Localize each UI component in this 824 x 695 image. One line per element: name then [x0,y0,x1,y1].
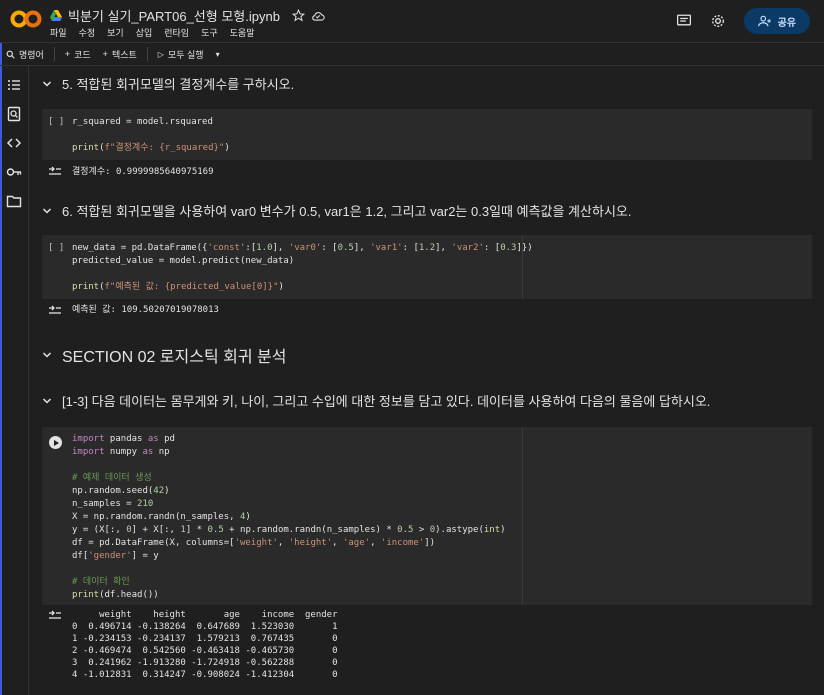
code-icon[interactable] [6,135,22,151]
output-row: 4 -1.012831 0.314247 -0.908024 -1.412304… [72,670,338,680]
section-heading-q13: [1-3] 다음 데이터는 몸무게와 키, 나이, 그리고 수입에 대한 정보를… [42,391,710,410]
app-header: 빅분기 실기_PART06_선형 모형.ipynb 파일 수정 보기 삽입 런타… [0,0,824,42]
play-icon: ▷ [157,49,164,59]
menu-bar: 파일 수정 보기 삽입 런타임 도구 도움말 [50,26,255,39]
notebook-title[interactable]: 빅분기 실기_PART06_선형 모형.ipynb [68,6,280,25]
command-label: 명령어 [19,49,44,60]
heading-text: 5. 적합된 회귀모델의 결정계수를 구하시오. [62,77,295,92]
run-cell-button[interactable] [49,436,62,449]
comment-icon[interactable] [676,14,692,28]
star-icon[interactable] [291,9,305,22]
menu-tools[interactable]: 도구 [201,26,218,39]
section-heading-02: SECTION 02 로지스틱 회귀 분석 [42,343,286,367]
title-row: 빅분기 실기_PART06_선형 모형.ipynb [50,6,325,25]
gear-icon[interactable] [710,13,726,29]
toolbar-divider [53,47,55,61]
output-icon[interactable] [48,166,62,176]
output-icon[interactable] [48,305,62,315]
search-icon [6,50,15,59]
dataframe-output: weight height age income gender 0 0.49671… [72,609,338,681]
output-header: weight height age income gender [72,610,338,620]
header-actions: 공유 [676,8,810,34]
colab-logo[interactable] [10,9,42,29]
toolbar-divider [146,47,148,61]
ruler-line [522,236,523,299]
output-row: 1 -0.234153 -0.234137 1.579213 0.767435 … [72,634,338,644]
menu-edit[interactable]: 수정 [79,26,96,39]
command-palette-button[interactable]: 명령어 [0,48,50,61]
run-all-dropdown[interactable]: ▾ [210,50,226,59]
cell-code[interactable]: import pandas as pd import numpy as np #… [72,433,506,602]
drive-icon [50,10,62,21]
run-all-label: 모두 실행 [167,49,204,60]
section-heading-6: 6. 적합된 회귀모델을 사용하여 var0 변수가 0.5, var1은 1.… [42,201,631,220]
heading-text: SECTION 02 로지스틱 회귀 분석 [62,349,287,366]
output-row: 3 0.241962 -1.913280 -1.724918 -0.562288… [72,658,338,668]
list-icon[interactable] [6,77,22,93]
output-row: 0 0.496714 -0.138264 0.647689 1.523030 1 [72,622,338,632]
output-row: 2 -0.469474 0.542560 -0.463418 -0.465730… [72,646,338,656]
chevron-down-icon[interactable] [42,396,52,406]
code-cell-3[interactable]: import pandas as pd import numpy as np #… [42,427,812,605]
cell-bracket: [ ] [48,117,65,127]
key-icon[interactable] [6,164,22,180]
cell-code[interactable]: r_squared = model.rsquared print(f"결정계수:… [72,116,230,155]
menu-file[interactable]: 파일 [50,26,67,39]
run-all-button[interactable]: ▷ 모두 실행 [152,48,210,61]
left-rail [0,65,29,695]
code-cell-2[interactable]: [ ] new_data = pd.DataFrame({'const':[1.… [42,235,812,299]
cell-output: 결정계수: 0.9999985640975169 [72,167,214,177]
menu-runtime[interactable]: 런타임 [164,26,189,39]
menu-insert[interactable]: 삽입 [136,26,153,39]
find-icon[interactable] [6,106,22,122]
cloud-icon[interactable] [311,10,325,22]
menu-view[interactable]: 보기 [107,26,124,39]
chevron-down-icon[interactable] [42,79,52,89]
heading-text: [1-3] 다음 데이터는 몸무게와 키, 나이, 그리고 수입에 대한 정보를… [62,394,711,409]
share-label: 공유 [777,17,796,29]
chevron-down-icon[interactable] [42,206,52,216]
chevron-down-icon: ▾ [215,49,220,59]
plus-icon: + [102,49,108,59]
ruler-line [522,428,523,605]
cell-output: 예측된 값: 109.50207019078013 [72,305,219,315]
share-button[interactable]: 공유 [743,8,810,34]
heading-text: 6. 적합된 회귀모델을 사용하여 var0 변수가 0.5, var1은 1.… [62,204,632,219]
text-label: 텍스트 [111,49,137,60]
menu-help[interactable]: 도움말 [230,26,255,39]
notebook-toolbar: 명령어 + 코드 + 텍스트 ▷ 모두 실행 ▾ [0,42,824,66]
section-heading-5: 5. 적합된 회귀모델의 결정계수를 구하시오. [42,74,294,93]
person-add-icon [757,15,771,27]
add-code-button[interactable]: + 코드 [59,48,97,61]
folder-icon[interactable] [6,193,22,209]
plus-icon: + [64,49,71,59]
code-cell-1[interactable]: [ ] r_squared = model.rsquared print(f"결… [42,109,812,160]
add-text-button[interactable]: + 텍스트 [97,48,143,61]
code-label: 코드 [74,49,91,60]
output-icon[interactable] [48,610,62,620]
cell-bracket: [ ] [48,243,65,253]
chevron-down-icon[interactable] [42,350,52,360]
cell-code[interactable]: new_data = pd.DataFrame({'const':[1.0], … [72,242,533,294]
